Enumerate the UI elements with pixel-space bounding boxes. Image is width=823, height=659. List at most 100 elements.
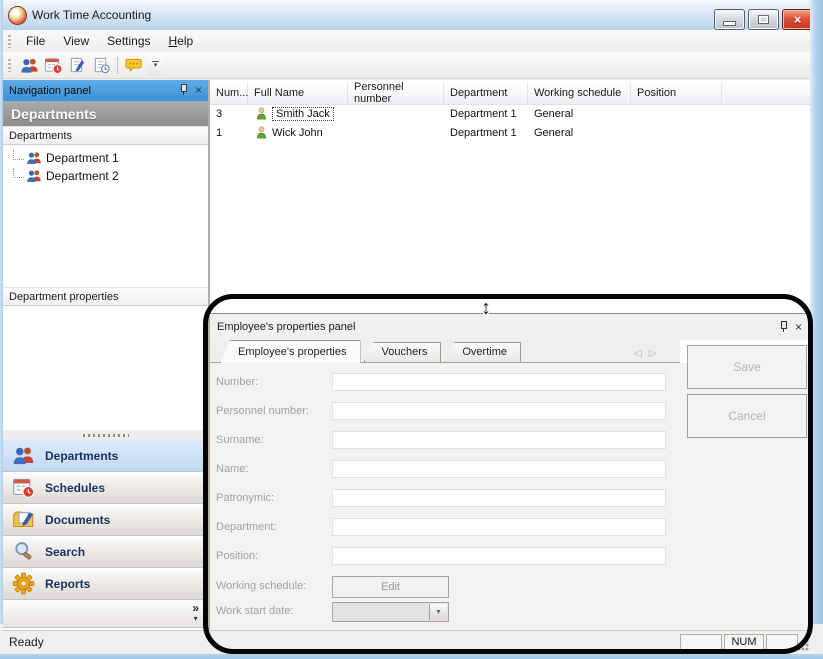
name-field[interactable] <box>332 460 666 478</box>
name-label: Name: <box>216 463 248 475</box>
sidebar-item-schedules[interactable]: Schedules <box>3 472 208 504</box>
cell-schedule: General <box>528 123 631 142</box>
status-cell-num: NUM <box>724 634 764 650</box>
surname-field[interactable] <box>332 431 666 449</box>
chat-bubble-icon <box>125 56 144 75</box>
navigation-panel-title: Navigation panel <box>9 85 91 97</box>
tab-employee-properties[interactable]: Employee's properties <box>220 340 361 363</box>
tab-overtime[interactable]: Overtime <box>444 342 521 362</box>
cell-num: 3 <box>210 104 248 123</box>
minimize-icon <box>723 21 736 26</box>
gear-icon <box>12 572 35 595</box>
menu-help[interactable]: Help <box>160 31 203 51</box>
sidebar-item-reports[interactable]: Reports <box>3 568 208 600</box>
menu-help-accel: H <box>169 34 178 48</box>
maximize-button[interactable] <box>748 9 779 30</box>
surname-label: Surname: <box>216 434 264 446</box>
window-resize-grip[interactable] <box>797 638 810 651</box>
number-label: Number: <box>216 376 258 388</box>
pin-icon[interactable] <box>779 321 788 332</box>
tab-scroll-right-icon[interactable]: ▷ <box>649 348 657 359</box>
column-header-personnel-number[interactable]: Personnel number <box>348 82 444 104</box>
cell-position <box>631 104 722 123</box>
tab-scroll-left-icon[interactable]: ◁ <box>634 348 642 359</box>
number-field[interactable] <box>332 373 666 391</box>
table-row[interactable]: 3 Smith Jack Department 1 General <box>210 104 810 123</box>
magnifier-icon <box>12 540 35 563</box>
navigation-panel: Navigation panel × Departments Departmen… <box>3 80 210 630</box>
menu-bar: File View Settings Help <box>3 30 810 52</box>
personnel-number-field[interactable] <box>332 402 666 420</box>
menu-file[interactable]: File <box>17 31 54 51</box>
close-panel-icon[interactable]: × <box>195 85 202 95</box>
patronymic-field[interactable] <box>332 489 666 507</box>
work-start-date-combo[interactable]: ▼ <box>332 602 449 622</box>
tree-item-department-1[interactable]: Department 1 <box>3 149 208 167</box>
tree-item-label: Department 2 <box>46 169 119 183</box>
sidebar-item-label: Reports <box>45 577 90 591</box>
cancel-button[interactable]: Cancel <box>687 394 807 438</box>
cell-num: 1 <box>210 123 248 142</box>
sidebar-item-search[interactable]: Search <box>3 536 208 568</box>
schedules-toolbar-button[interactable] <box>41 54 65 76</box>
menu-view[interactable]: View <box>54 31 98 51</box>
close-button[interactable]: × <box>782 9 813 30</box>
toolbar-overflow-button[interactable]: ▾ <box>149 55 162 76</box>
tree-item-department-2[interactable]: Department 2 <box>3 167 208 185</box>
column-header-full-name[interactable]: Full Name <box>248 82 348 104</box>
navigation-panel-header: Navigation panel × <box>3 80 208 101</box>
dropdown-arrow-icon[interactable]: ▼ <box>429 604 447 620</box>
panel-splitter[interactable] <box>3 430 208 440</box>
table-row[interactable]: 1 Wick John Department 1 General <box>210 123 810 142</box>
menu-grip <box>8 35 11 48</box>
edit-working-schedule-button[interactable]: Edit <box>332 576 449 598</box>
window-frame-bottom <box>0 654 823 659</box>
department-label: Department: <box>216 521 277 533</box>
people-icon <box>26 150 42 166</box>
calendar-clock-icon <box>12 476 35 499</box>
minimize-button[interactable] <box>714 9 745 30</box>
column-header-department[interactable]: Department <box>444 82 528 104</box>
departments-section-header: Departments <box>3 101 208 126</box>
sidebar-item-documents[interactable]: Documents <box>3 504 208 536</box>
employee-properties-panel-header: Employee's properties panel × <box>210 314 810 340</box>
department-properties-header: Department properties <box>3 287 208 306</box>
pin-icon[interactable] <box>179 84 188 95</box>
window-frame-right <box>810 0 823 624</box>
position-field[interactable] <box>332 547 666 565</box>
status-cell-empty-1 <box>680 634 722 650</box>
overflow-arrow-icon: ▾ <box>154 63 158 69</box>
position-label: Position: <box>216 550 258 562</box>
menu-settings[interactable]: Settings <box>98 31 159 51</box>
close-panel-icon[interactable]: × <box>795 322 802 332</box>
cell-personnel <box>348 104 444 123</box>
employee-properties-panel-title: Employee's properties panel <box>217 321 355 333</box>
column-header-num[interactable]: Num... <box>210 82 248 104</box>
cell-full-name: Wick John <box>248 123 348 142</box>
tree-connector <box>13 150 24 160</box>
cell-personnel <box>348 123 444 142</box>
sidebar-configure-button[interactable]: » ▾ <box>192 602 199 622</box>
personnel-number-label: Personnel number: <box>216 405 309 417</box>
department-field[interactable] <box>332 518 666 536</box>
help-toolbar-button[interactable] <box>122 54 146 76</box>
search-toolbar-button[interactable] <box>89 54 113 76</box>
tab-label: Employee's properties <box>238 346 347 358</box>
working-schedule-label: Working schedule: <box>216 580 306 592</box>
departments-toolbar-button[interactable] <box>17 54 41 76</box>
tree-connector <box>13 168 24 178</box>
sidebar-footer: » ▾ <box>3 600 208 628</box>
sidebar-item-label: Documents <box>45 513 110 527</box>
sidebar-item-departments[interactable]: Departments <box>3 440 208 472</box>
sidebar-nav: Departments Schedules Documents Search R… <box>3 440 208 600</box>
people-icon <box>20 56 39 75</box>
status-bar: Ready NUM <box>3 630 810 655</box>
departments-tree-header: Departments <box>3 126 208 145</box>
toolbar-separator <box>117 57 118 74</box>
tab-strip: Employee's properties Vouchers Overtime <box>210 340 680 363</box>
column-header-position[interactable]: Position <box>631 82 722 104</box>
documents-toolbar-button[interactable] <box>65 54 89 76</box>
column-header-working-schedule[interactable]: Working schedule <box>528 82 631 104</box>
save-button[interactable]: Save <box>687 345 807 389</box>
tab-vouchers[interactable]: Vouchers <box>364 342 442 362</box>
